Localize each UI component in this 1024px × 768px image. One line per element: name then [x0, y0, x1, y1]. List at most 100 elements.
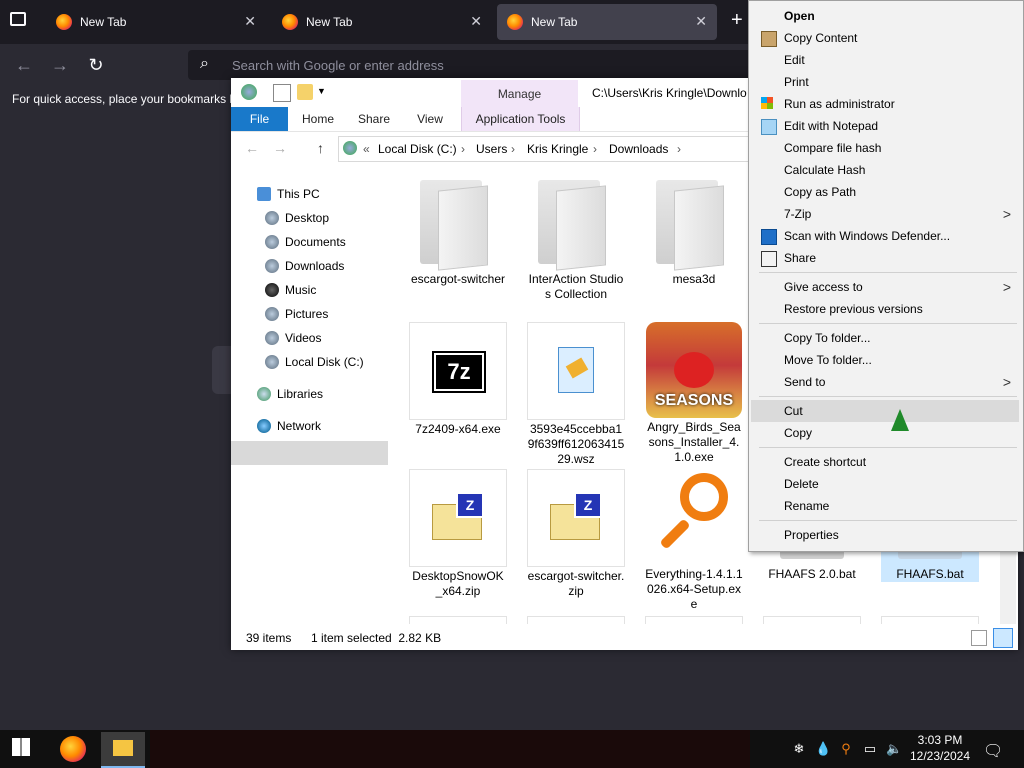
- angry-birds-label: SEASONS: [654, 392, 734, 409]
- breadcrumb-item[interactable]: Local Disk (C:): [378, 142, 457, 156]
- menu-item-move-to-folder[interactable]: Move To folder...: [751, 349, 1019, 371]
- file-item-partial[interactable]: [881, 616, 979, 624]
- close-icon[interactable]: ✕: [695, 13, 707, 30]
- file-item[interactable]: Z DesktopSnowOK_x64.zip: [409, 469, 507, 599]
- large-icons-view-icon[interactable]: [993, 628, 1013, 648]
- system-clock[interactable]: 3:03 PM 12/23/2024: [905, 732, 975, 764]
- menu-item-restore-versions[interactable]: Restore previous versions: [751, 298, 1019, 320]
- menu-item-delete[interactable]: Delete: [751, 473, 1019, 495]
- up-icon[interactable]: ↑: [317, 140, 324, 156]
- new-folder-icon[interactable]: [297, 84, 313, 100]
- menu-label: Calculate Hash: [784, 163, 866, 177]
- chevron-down-icon[interactable]: ▼: [317, 86, 326, 96]
- menu-item-create-shortcut[interactable]: Create shortcut: [751, 451, 1019, 473]
- file-item[interactable]: 7z 7z2409-x64.exe: [409, 322, 507, 437]
- chevron-right-icon: >: [1002, 374, 1011, 390]
- file-item-partial[interactable]: [763, 616, 861, 624]
- menu-item-compare-hash[interactable]: Compare file hash: [751, 137, 1019, 159]
- menu-label: Move To folder...: [784, 353, 872, 367]
- music-icon: [265, 283, 279, 297]
- start-windows-icon[interactable]: [12, 738, 30, 756]
- file-item[interactable]: 3593e45ccebba19f639ff61206341529.wsz: [527, 322, 625, 467]
- firefox-icon[interactable]: [60, 736, 86, 762]
- new-tab-button[interactable]: +: [731, 9, 743, 32]
- file-name: InterAction Studios Collection: [528, 272, 624, 301]
- file-item[interactable]: SEASONS Angry_Birds_Seasons_Installer_4.…: [645, 322, 743, 465]
- file-item-partial[interactable]: [409, 616, 507, 624]
- item-count: 39 items: [246, 631, 292, 645]
- menu-item-open[interactable]: Open: [751, 5, 1019, 27]
- tab-list-icon[interactable]: [10, 12, 26, 26]
- file-item-partial[interactable]: [527, 616, 625, 624]
- menu-item-give-access[interactable]: Give access to >: [751, 276, 1019, 298]
- back-icon[interactable]: ←: [245, 140, 259, 156]
- breadcrumb-item[interactable]: Users: [476, 142, 507, 156]
- tab-share[interactable]: Share: [349, 107, 399, 131]
- menu-item-copy-as-path[interactable]: Copy as Path: [751, 181, 1019, 203]
- menu-item-7zip[interactable]: 7-Zip >: [751, 203, 1019, 225]
- notification-icon[interactable]: 🗨: [983, 741, 1003, 760]
- nav-label: Local Disk (C:): [285, 355, 364, 369]
- menu-item-edit-notepad[interactable]: Edit with Notepad: [751, 115, 1019, 137]
- chevron-right-icon[interactable]: ›: [461, 142, 465, 156]
- search-tool-icon[interactable]: ⚲: [838, 741, 854, 757]
- browser-tab[interactable]: New Tab ✕: [272, 4, 492, 40]
- browser-tab-active[interactable]: New Tab ✕: [497, 4, 717, 40]
- tab-file[interactable]: File: [231, 107, 288, 131]
- menu-label: Cut: [784, 404, 803, 418]
- tree-cursor-icon: [891, 409, 909, 431]
- menu-item-copy[interactable]: Copy: [751, 422, 1019, 444]
- breadcrumb-overflow[interactable]: «: [363, 142, 370, 156]
- menu-item-copy-content[interactable]: Copy Content: [751, 27, 1019, 49]
- file-item-folder[interactable]: mesa3d: [645, 174, 743, 287]
- menu-item-edit[interactable]: Edit: [751, 49, 1019, 71]
- menu-item-rename[interactable]: Rename: [751, 495, 1019, 517]
- menu-item-share[interactable]: Share: [751, 247, 1019, 269]
- drive-icon: [265, 355, 279, 369]
- forward-icon[interactable]: →: [49, 54, 71, 76]
- reload-icon[interactable]: ↻: [85, 54, 107, 76]
- browser-tab[interactable]: New Tab ✕: [46, 4, 266, 40]
- tab-home[interactable]: Home: [293, 107, 343, 131]
- chevron-right-icon[interactable]: ›: [511, 142, 515, 156]
- menu-label: Restore previous versions: [784, 302, 923, 316]
- breadcrumb-item[interactable]: Kris Kringle: [527, 142, 588, 156]
- chevron-right-icon[interactable]: ›: [677, 142, 681, 156]
- menu-item-cut[interactable]: Cut: [751, 400, 1019, 422]
- menu-label: Open: [784, 9, 815, 23]
- search-icon: ⌕: [200, 55, 209, 72]
- file-item[interactable]: Z escargot-switcher.zip: [527, 469, 625, 599]
- menu-item-run-as-admin[interactable]: Run as administrator: [751, 93, 1019, 115]
- properties-icon[interactable]: [273, 84, 291, 102]
- volume-muted-icon[interactable]: 🔈: [886, 741, 902, 757]
- menu-item-scan-defender[interactable]: Scan with Windows Defender...: [751, 225, 1019, 247]
- details-view-icon[interactable]: [971, 630, 987, 646]
- share-icon: [761, 251, 777, 267]
- tab-view[interactable]: View: [405, 107, 455, 131]
- nav-label: Libraries: [277, 387, 324, 401]
- tab-application-tools[interactable]: Application Tools: [461, 107, 580, 131]
- file-item[interactable]: Everything-1.4.1.1026.x64-Setup.exe: [645, 469, 743, 612]
- file-item-folder[interactable]: InterAction Studios Collection: [527, 174, 625, 302]
- file-item-partial[interactable]: [645, 616, 743, 624]
- menu-item-calculate-hash[interactable]: Calculate Hash: [751, 159, 1019, 181]
- menu-item-properties[interactable]: Properties: [751, 524, 1019, 546]
- nav-selection-highlight: [231, 441, 388, 465]
- network-icon[interactable]: ▭: [862, 741, 878, 757]
- breadcrumb-item[interactable]: Downloads: [609, 142, 668, 156]
- forward-icon[interactable]: →: [273, 140, 287, 156]
- snow-app-icon[interactable]: ❄: [791, 741, 807, 757]
- menu-label: Delete: [784, 477, 819, 491]
- file-explorer-icon[interactable]: [101, 732, 145, 768]
- close-icon[interactable]: ✕: [244, 13, 256, 30]
- menu-item-send-to[interactable]: Send to >: [751, 371, 1019, 393]
- file-item-folder[interactable]: escargot-switcher: [409, 174, 507, 287]
- menu-item-copy-to-folder[interactable]: Copy To folder...: [751, 327, 1019, 349]
- drive-icon[interactable]: [241, 84, 257, 100]
- file-name: Everything-1.4.1.1026.x64-Setup.exe: [645, 567, 743, 611]
- menu-item-print[interactable]: Print: [751, 71, 1019, 93]
- drop-icon[interactable]: 💧: [815, 741, 831, 757]
- back-icon[interactable]: ←: [13, 54, 35, 76]
- chevron-right-icon[interactable]: ›: [593, 142, 597, 156]
- close-icon[interactable]: ✕: [470, 13, 482, 30]
